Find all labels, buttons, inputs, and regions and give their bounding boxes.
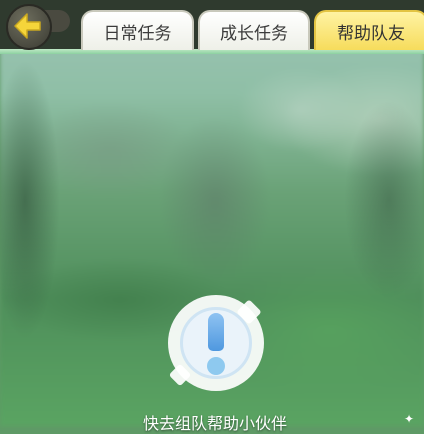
- arrow-left-icon: [14, 13, 41, 39]
- exclamation-bar: [208, 313, 224, 351]
- sparkle-icon: ✦: [404, 412, 415, 426]
- back-button[interactable]: [6, 4, 70, 50]
- empty-state-message: 快去组队帮助小伙伴: [142, 414, 287, 433]
- exclamation-dot: [207, 357, 225, 375]
- background-shadow-left: [0, 60, 60, 340]
- tab-growth-tasks[interactable]: 成长任务: [198, 10, 310, 50]
- tab-help-teammates[interactable]: 帮助队友: [314, 10, 424, 50]
- tab-label: 日常任务: [103, 23, 172, 44]
- background-shadow-right: [344, 100, 424, 300]
- tab-label: 帮助队友: [337, 23, 405, 44]
- tab-daily-tasks[interactable]: 日常任务: [81, 10, 194, 50]
- exclamation-icon: [168, 295, 264, 391]
- tab-label: 成长任务: [220, 23, 288, 44]
